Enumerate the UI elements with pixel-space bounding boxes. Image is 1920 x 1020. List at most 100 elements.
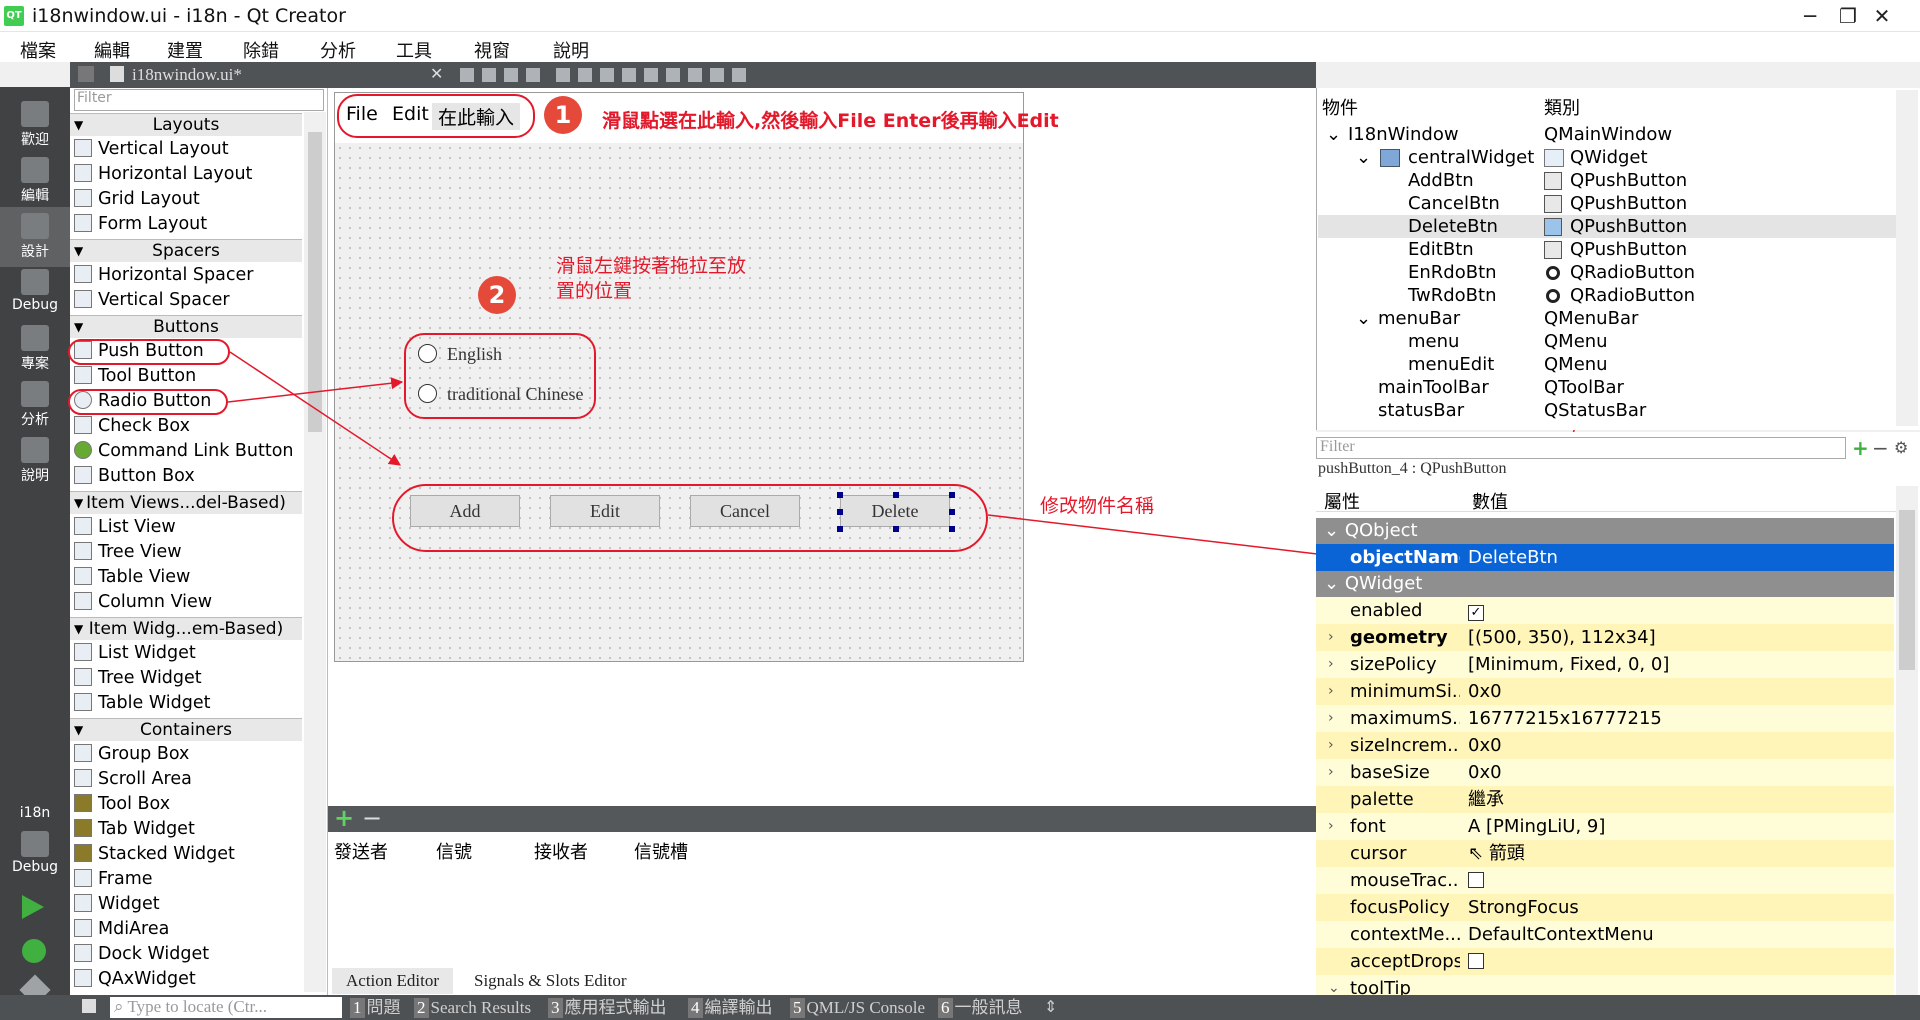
enabled-checkbox[interactable]: ✓ [1468,597,1484,624]
prop-name: objectName [1350,547,1460,568]
prop-row-basesize[interactable]: › baseSize 0x0 [1316,759,1894,786]
object-inspector-scrollbar[interactable] [1896,90,1918,426]
remove-connection-icon[interactable]: − [362,804,382,832]
prop-value[interactable]: [Minimum, Fixed, 0, 0] [1468,651,1669,678]
configure-icon[interactable]: ⚙ [1894,438,1908,457]
status-bar: ⌕ Type to locate (Ctr... 1 問題 2 Search Res… [0,995,1920,1020]
expand-arrow-icon[interactable]: ⌄ [1356,308,1371,329]
collapse-arrow-icon: ⌄ [1324,573,1345,594]
prop-row-maximumsize[interactable]: › maximumS... 16777215x16777215 [1316,705,1894,732]
tree-item-deletebtn[interactable]: DeleteBtn [1408,216,1498,237]
prop-name: toolTip [1350,978,1411,995]
object-header[interactable]: 物件 [1322,94,1358,120]
tree-item-addbtn[interactable]: AddBtn [1408,170,1474,191]
prop-name: acceptDrops [1350,951,1460,972]
prop-name: cursor [1350,843,1407,864]
class-header[interactable]: 類別 [1544,94,1580,120]
toggle-sidebar-icon[interactable] [82,999,96,1013]
expand-arrow-icon[interactable]: › [1328,705,1334,732]
expand-arrow-icon[interactable]: ⌄ [1356,147,1371,168]
expand-arrow-icon[interactable]: › [1328,759,1334,786]
output-tab-qml-console[interactable]: 5 QML/JS Console [790,998,925,1018]
section-qobject[interactable]: ⌄ QObject [1316,518,1894,544]
tree-item-editbtn[interactable]: EditBtn [1408,239,1474,260]
more-output-panes-icon[interactable]: ⇕ [1044,997,1057,1016]
tree-item-statusbar[interactable]: statusBar [1378,400,1464,421]
prop-row-geometry[interactable]: › geometry [(500, 350), 112x34] [1316,624,1894,651]
column-sender[interactable]: 發送者 [334,838,388,864]
pushbutton-class-icon [1544,195,1562,213]
output-tab-general-messages[interactable]: 6 一般訊息 [938,998,1023,1018]
tree-item-enrdobtn[interactable]: EnRdoBtn [1408,262,1497,283]
remove-property-icon[interactable]: − [1872,436,1889,460]
prop-row-tooltip[interactable]: ⌄ toolTip [1316,975,1894,995]
tree-item-window[interactable]: I18nWindow [1348,124,1459,145]
add-property-icon[interactable]: + [1852,436,1869,460]
prop-value[interactable]: 0x0 [1468,732,1502,759]
property-scroll-thumb[interactable] [1899,510,1915,670]
tree-item-menu[interactable]: menu [1408,331,1459,352]
qwidget-class-icon [1544,149,1564,167]
objectname-value-input[interactable]: DeleteBtn [1468,544,1558,571]
column-signal[interactable]: 信號 [436,838,472,864]
prop-value[interactable]: 0x0 [1468,759,1502,786]
acceptdrops-checkbox[interactable] [1468,948,1484,975]
tree-item-twrdobtn[interactable]: TwRdoBtn [1408,285,1497,306]
column-receiver[interactable]: 接收者 [534,838,588,864]
prop-row-palette[interactable]: palette 繼承 [1316,786,1894,813]
output-tab-compile-output[interactable]: 4 編譯輸出 [688,998,773,1018]
tree-item-cancelbtn[interactable]: CancelBtn [1408,193,1500,214]
prop-value[interactable]: DefaultContextMenu [1468,921,1654,948]
property-filter-input[interactable]: Filter [1316,437,1846,459]
add-connection-icon[interactable]: + [334,804,354,832]
expand-arrow-icon[interactable]: ⌄ [1326,124,1341,145]
unchecked-box-icon [1468,953,1484,969]
prop-row-objectname[interactable]: objectName DeleteBtn [1316,544,1894,571]
value-column-header[interactable]: 數值 [1472,488,1508,514]
prop-row-enabled[interactable]: enabled ✓ [1316,597,1894,624]
prop-value[interactable]: 16777215x16777215 [1468,705,1662,732]
prop-row-contextmenu[interactable]: contextMe... DefaultContextMenu [1316,921,1894,948]
tree-item-toolbar[interactable]: mainToolBar [1378,377,1489,398]
prop-row-mousetracking[interactable]: mouseTrac... [1316,867,1894,894]
tab-signals-slots-editor[interactable]: Signals & Slots Editor [460,968,641,994]
tree-item-menubar[interactable]: menuBar [1378,308,1460,329]
tree-item-central[interactable]: centralWidget [1408,147,1534,168]
prop-value[interactable]: ⇖ 箭頭 [1468,840,1525,867]
prop-row-sizeincrement[interactable]: › sizeIncrem... 0x0 [1316,732,1894,759]
prop-row-font[interactable]: › font A [PMingLiU, 9] [1316,813,1894,840]
prop-row-focuspolicy[interactable]: focusPolicy StrongFocus [1316,894,1894,921]
tree-item-window-class: QMainWindow [1544,124,1673,145]
output-tab-application-output[interactable]: 3 應用程式輸出 [548,998,667,1018]
tree-item-menuedit[interactable]: menuEdit [1408,354,1494,375]
column-slot[interactable]: 信號槽 [634,838,688,864]
prop-row-cursor[interactable]: cursor ⇖ 箭頭 [1316,840,1894,867]
prop-value[interactable]: A [PMingLiU, 9] [1468,813,1605,840]
expand-arrow-icon[interactable]: › [1328,732,1334,759]
output-tab-search-results[interactable]: 2 Search Results [414,998,531,1018]
prop-name: font [1350,816,1386,837]
expand-arrow-icon[interactable]: › [1328,678,1334,705]
expand-arrow-icon[interactable]: › [1328,624,1334,651]
tab-action-editor[interactable]: Action Editor [332,968,454,994]
prop-value[interactable]: 繼承 [1468,786,1504,813]
pushbutton-class-icon [1544,241,1562,259]
output-tab-issues[interactable]: 1 問題 [350,998,401,1018]
prop-row-minimumsize[interactable]: › minimumSi... 0x0 [1316,678,1894,705]
arrow-radio-to-form [227,377,404,403]
prop-value[interactable]: [(500, 350), 112x34] [1468,624,1656,651]
prop-value[interactable]: StrongFocus [1468,894,1579,921]
prop-row-acceptdrops[interactable]: acceptDrops [1316,948,1894,975]
property-column-header[interactable]: 屬性 [1324,488,1360,514]
checkmark-icon: ✓ [1468,605,1484,621]
expand-arrow-icon[interactable]: › [1328,813,1334,840]
prop-name: sizeIncrem... [1350,735,1460,756]
tree-item-cancelbtn-class: QPushButton [1570,193,1688,214]
expand-arrow-icon[interactable]: › [1328,651,1334,678]
prop-value[interactable]: 0x0 [1468,678,1502,705]
section-qwidget[interactable]: ⌄ QWidget [1316,571,1894,597]
locator-input[interactable]: ⌕ Type to locate (Ctr... [110,997,342,1018]
mousetracking-checkbox[interactable] [1468,867,1484,894]
expand-arrow-icon[interactable]: ⌄ [1328,975,1340,995]
prop-row-sizepolicy[interactable]: › sizePolicy [Minimum, Fixed, 0, 0] [1316,651,1894,678]
